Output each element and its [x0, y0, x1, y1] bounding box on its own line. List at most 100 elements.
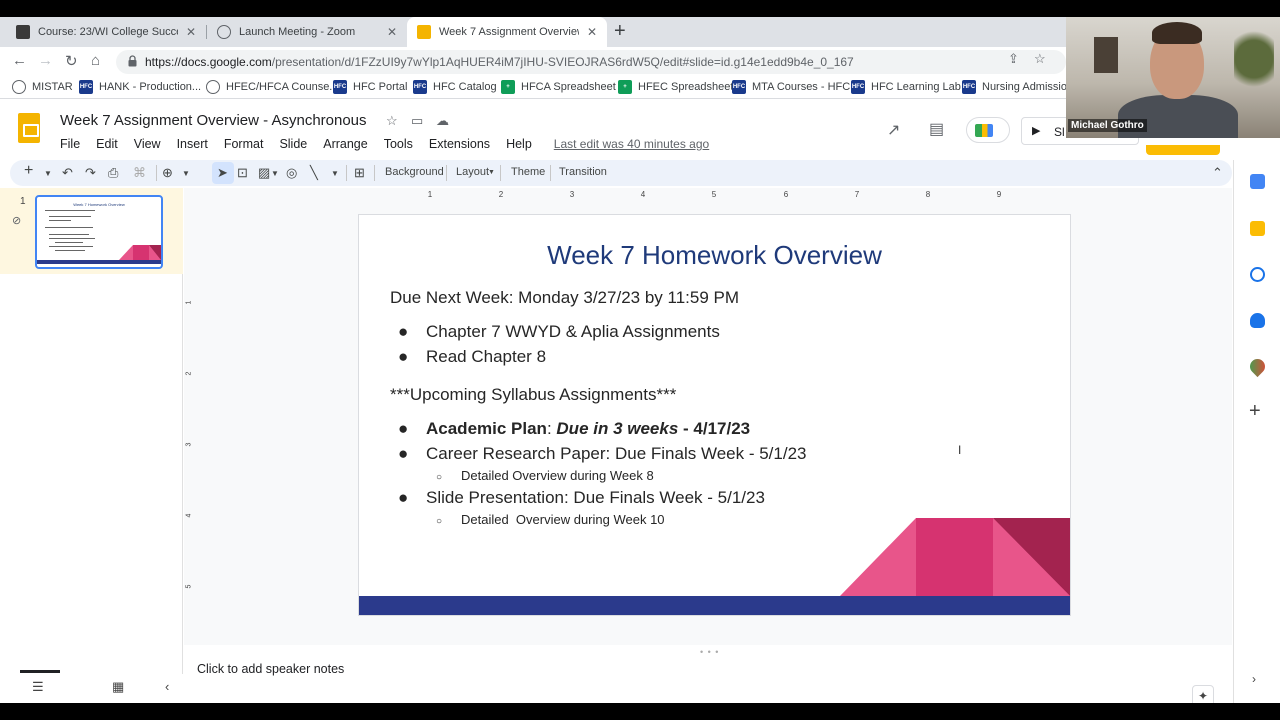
menu-tools[interactable]: Tools — [376, 137, 421, 151]
menu-format[interactable]: Format — [216, 137, 272, 151]
menu-slide[interactable]: Slide — [271, 137, 315, 151]
reload-icon[interactable]: ↻ — [65, 52, 78, 70]
bookmark-hfc-portal[interactable]: HFC HFC Portal — [333, 80, 407, 94]
speaker-notes[interactable]: Click to add speaker notes — [184, 654, 1232, 686]
last-edit-link[interactable]: Last edit was 40 minutes ago — [554, 137, 709, 151]
menu-edit[interactable]: Edit — [88, 137, 126, 151]
thumbnail-line — [45, 227, 93, 228]
bullet-academic-plan[interactable]: ● Academic Plan: Due in 3 weeks - 4/17/23 — [398, 419, 750, 439]
bookmark-nursing[interactable]: HFC Nursing Admission — [962, 80, 1073, 94]
meet-icon — [975, 124, 993, 137]
document-title[interactable]: Week 7 Assignment Overview - Asynchronou… — [60, 112, 367, 129]
tab-title: Launch Meeting - Zoom — [239, 26, 356, 38]
new-tab-icon[interactable]: + — [614, 20, 626, 43]
slide-thumbnail[interactable]: Week 7 Homework Overview — [35, 195, 163, 269]
background-button[interactable]: Background — [385, 166, 444, 178]
chevron-down-icon[interactable]: ▼ — [488, 169, 495, 176]
collapse-filmstrip-icon[interactable]: ‹ — [165, 679, 169, 694]
theme-button[interactable]: Theme — [511, 166, 545, 178]
menu-view[interactable]: View — [126, 137, 169, 151]
grid-view-icon[interactable]: ▦ — [112, 679, 124, 695]
add-comment-icon[interactable]: ⊞ — [354, 165, 365, 181]
shape-icon[interactable]: ◎ — [286, 165, 297, 181]
tab-slides[interactable]: Week 7 Assignment Overview - A ✕ — [407, 17, 607, 47]
forward-icon[interactable]: → — [38, 52, 53, 69]
bullet-slide-presentation[interactable]: ● Slide Presentation: Due Finals Week - 5… — [398, 488, 765, 508]
contacts-icon[interactable] — [1250, 313, 1265, 328]
slide-number: 1 — [20, 196, 26, 207]
explore-button[interactable]: ✦ — [1192, 685, 1214, 703]
get-addons-icon[interactable]: + — [1249, 400, 1261, 423]
tab-course[interactable]: Course: 23/WI College Success ( ✕ — [6, 17, 206, 47]
select-cursor-icon[interactable]: ➤ — [217, 165, 228, 181]
layout-button[interactable]: Layout — [456, 166, 489, 178]
sub-bullet-career[interactable]: ○ Detailed Overview during Week 8 — [436, 468, 654, 483]
slides-logo-icon[interactable] — [18, 113, 40, 143]
meet-button[interactable] — [966, 117, 1010, 143]
side-panel: + › — [1233, 160, 1280, 703]
comments-icon[interactable]: ▤ — [929, 119, 944, 139]
ruler-number: 2 — [185, 371, 193, 376]
menu-help[interactable]: Help — [498, 137, 540, 151]
share-button[interactable] — [1146, 145, 1220, 155]
bookmark-hfca-spreadsheet[interactable]: + HFCA Spreadsheet — [501, 80, 616, 94]
line-icon[interactable]: ╲ — [310, 165, 318, 181]
menu-arrange[interactable]: Arrange — [315, 137, 375, 151]
chevron-down-icon[interactable]: ▼ — [271, 169, 279, 178]
bookmark-hfc-catalog[interactable]: HFC HFC Catalog — [413, 80, 497, 94]
bookmark-hfec-hfca[interactable]: HFEC/HFCA Counse... — [206, 80, 338, 94]
bullet-read-chapter-8[interactable]: ● Read Chapter 8 — [398, 347, 546, 367]
chevron-down-icon[interactable]: ▼ — [182, 169, 190, 178]
close-icon[interactable]: ✕ — [186, 25, 196, 39]
print-icon[interactable]: ⎙ — [108, 165, 118, 181]
close-icon[interactable]: ✕ — [387, 25, 397, 39]
due-next-week-line[interactable]: Due Next Week: Monday 3/27/23 by 11:59 P… — [390, 288, 739, 308]
slide-title[interactable]: Week 7 Homework Overview — [359, 240, 1070, 271]
undo-icon[interactable]: ↶ — [62, 165, 73, 181]
chevron-down-icon[interactable]: ▼ — [331, 169, 339, 178]
activity-trend-icon[interactable]: ↗ — [887, 120, 900, 140]
star-icon[interactable]: ☆ — [386, 113, 398, 129]
bullet-career-paper[interactable]: ● Career Research Paper: Due Finals Week … — [398, 444, 806, 464]
transition-button[interactable]: Transition — [559, 166, 607, 178]
collapse-menus-icon[interactable]: ⌃ — [1212, 165, 1223, 181]
bookmark-mistar[interactable]: MISTAR — [12, 80, 73, 94]
chevron-down-icon[interactable]: ▼ — [44, 169, 52, 178]
menu-file[interactable]: File — [52, 137, 88, 151]
share-page-icon[interactable]: ⇪ — [1008, 51, 1019, 67]
paint-format-icon[interactable]: ⌘ — [133, 165, 146, 181]
upcoming-heading[interactable]: ***Upcoming Syllabus Assignments*** — [390, 385, 676, 405]
address-bar[interactable]: https://docs.google.com/presentation/d/1… — [116, 50, 1066, 74]
text-box-icon[interactable]: ⊡ — [237, 165, 248, 181]
image-icon[interactable]: ▨ — [258, 165, 270, 181]
filmstrip-view-icon[interactable]: ☰ — [32, 679, 44, 695]
bookmark-label: HFEC/HFCA Counse... — [226, 81, 339, 93]
bookmark-hfec-spreadsheet[interactable]: + HFEC Spreadsheet — [618, 80, 733, 94]
bullet-chapter-7[interactable]: ● Chapter 7 WWYD & Aplia Assignments — [398, 322, 720, 342]
slideshow-label: Sl — [1054, 125, 1065, 139]
slide-canvas[interactable]: Week 7 Homework Overview Due Next Week: … — [359, 215, 1070, 615]
globe-icon — [217, 25, 231, 39]
tasks-icon[interactable] — [1250, 267, 1265, 282]
text-cursor-icon: I — [958, 443, 962, 457]
move-folder-icon[interactable]: ▭ — [411, 113, 423, 129]
calendar-icon[interactable] — [1250, 174, 1265, 189]
menu-insert[interactable]: Insert — [169, 137, 216, 151]
bookmark-learning-lab[interactable]: HFC HFC Learning Lab — [851, 80, 961, 94]
tab-zoom[interactable]: Launch Meeting - Zoom ✕ — [207, 17, 407, 47]
back-icon[interactable]: ← — [12, 52, 27, 69]
star-icon[interactable]: ☆ — [1034, 51, 1046, 67]
redo-icon[interactable]: ↷ — [85, 165, 96, 181]
show-side-panel-icon[interactable]: › — [1252, 672, 1256, 686]
zoom-icon[interactable]: ⊕ — [162, 165, 173, 181]
sub-bullet-presentation[interactable]: ○ Detailed Overview during Week 10 — [436, 512, 665, 527]
home-icon[interactable]: ⌂ — [91, 52, 100, 69]
new-slide-icon[interactable]: + — [24, 162, 33, 180]
keep-icon[interactable] — [1250, 221, 1265, 236]
bookmark-hank[interactable]: HFC HANK - Production... — [79, 80, 201, 94]
maps-icon[interactable] — [1246, 355, 1269, 378]
thumbnail-line — [49, 234, 89, 235]
close-icon[interactable]: ✕ — [587, 25, 597, 39]
menu-extensions[interactable]: Extensions — [421, 137, 498, 151]
bookmark-mta-courses[interactable]: HFC MTA Courses - HFC — [732, 80, 850, 94]
